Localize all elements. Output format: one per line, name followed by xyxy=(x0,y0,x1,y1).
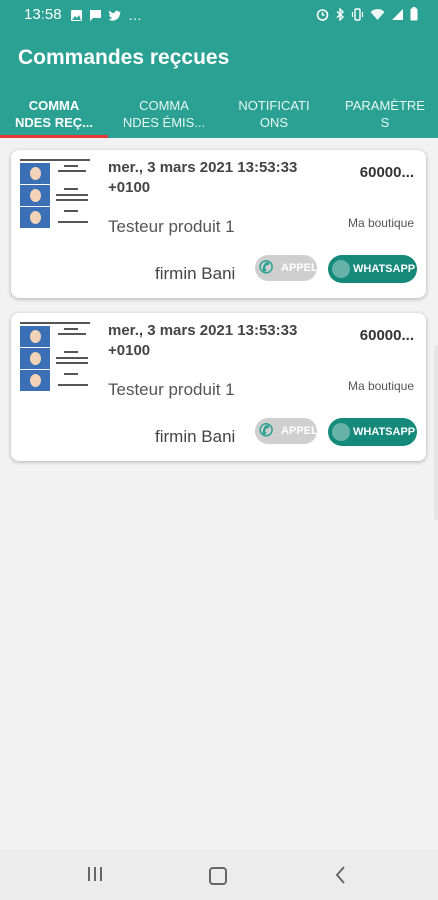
tab-active-indicator xyxy=(0,135,108,138)
edge-panel-handle[interactable] xyxy=(434,345,438,520)
tab-settings[interactable]: PARAMÈTRE S xyxy=(332,92,438,138)
back-button[interactable] xyxy=(326,862,356,888)
home-button[interactable] xyxy=(202,862,232,888)
product-thumbnail xyxy=(18,321,98,391)
product-name: Testeur produit 1 xyxy=(108,380,235,399)
product-name: Testeur produit 1 xyxy=(108,217,235,236)
tab-bar: COMMA NDES REÇ... COMMA NDES ÉMIS... NOT… xyxy=(0,92,438,138)
order-amount: 60000... xyxy=(359,327,414,344)
phone-icon: ✆ xyxy=(259,421,274,440)
order-date-line2: +0100 xyxy=(108,342,151,359)
tab-received-orders[interactable]: COMMA NDES REÇ... xyxy=(0,92,108,138)
tab-notifications[interactable]: NOTIFICATI ONS xyxy=(224,92,324,138)
tab-label-line2: S xyxy=(380,115,390,130)
tab-label-line1: PARAMÈTRE xyxy=(345,98,425,113)
shop-name: Ma boutique xyxy=(347,379,414,393)
tab-label-line2: NDES ÉMIS... xyxy=(122,115,206,130)
tab-label-line1: COMMA xyxy=(139,98,189,113)
status-bar: 13:58 … xyxy=(0,0,438,30)
customer-name: firmin Bani xyxy=(155,427,236,446)
product-thumbnail xyxy=(18,158,98,228)
shop-name: Ma boutique xyxy=(347,216,414,230)
tab-label-line2: NDES REÇ... xyxy=(14,115,93,130)
order-card[interactable]: mer., 3 mars 2021 13:53:33 +0100 60000..… xyxy=(11,313,426,461)
vibrate-icon xyxy=(351,7,364,21)
whatsapp-button-label: WHATSAPP xyxy=(353,263,416,275)
alarm-icon xyxy=(316,8,329,21)
recents-button[interactable] xyxy=(80,862,110,888)
customer-name: firmin Bani xyxy=(155,264,236,283)
app-bar: Commandes reçcues COMMA NDES REÇ... COMM… xyxy=(0,30,438,138)
whatsapp-icon xyxy=(332,423,350,441)
whatsapp-button[interactable]: WHATSAPP xyxy=(328,255,417,283)
system-nav-bar xyxy=(0,850,438,900)
signal-icon xyxy=(392,8,403,20)
battery-icon xyxy=(410,7,418,21)
whatsapp-button[interactable]: WHATSAPP xyxy=(328,418,417,446)
wifi-icon xyxy=(370,8,385,20)
image-icon xyxy=(71,9,82,21)
order-date-line2: +0100 xyxy=(108,179,151,196)
bluetooth-icon xyxy=(336,7,345,21)
back-chevron-icon xyxy=(335,866,345,884)
twitter-icon xyxy=(108,10,121,21)
order-date: mer., 3 mars 2021 13:53:33 +0100 xyxy=(108,158,323,198)
whatsapp-button-label: WHATSAPP xyxy=(353,426,416,438)
call-button-label: APPEL xyxy=(281,262,317,274)
message-icon xyxy=(90,9,101,21)
call-button[interactable]: ✆ APPEL xyxy=(255,418,317,444)
call-button[interactable]: ✆ APPEL xyxy=(255,255,317,281)
tab-label-line1: COMMA xyxy=(28,98,80,113)
phone-icon: ✆ xyxy=(259,258,274,277)
order-date: mer., 3 mars 2021 13:53:33 +0100 xyxy=(108,321,323,361)
order-card[interactable]: mer., 3 mars 2021 13:53:33 +0100 60000..… xyxy=(11,150,426,298)
order-date-line1: mer., 3 mars 2021 13:53:33 xyxy=(108,322,298,339)
whatsapp-icon xyxy=(332,260,350,278)
overflow-dots-icon: … xyxy=(128,7,143,23)
order-amount: 60000... xyxy=(359,164,414,181)
order-date-line1: mer., 3 mars 2021 13:53:33 xyxy=(108,159,298,176)
call-button-label: APPEL xyxy=(281,425,317,437)
page-title: Commandes reçcues xyxy=(18,46,230,69)
tab-label-line2: ONS xyxy=(259,115,289,130)
status-time: 13:58 xyxy=(24,6,62,23)
tab-label-line1: NOTIFICATI xyxy=(238,98,310,113)
tab-sent-orders[interactable]: COMMA NDES ÉMIS... xyxy=(112,92,216,138)
